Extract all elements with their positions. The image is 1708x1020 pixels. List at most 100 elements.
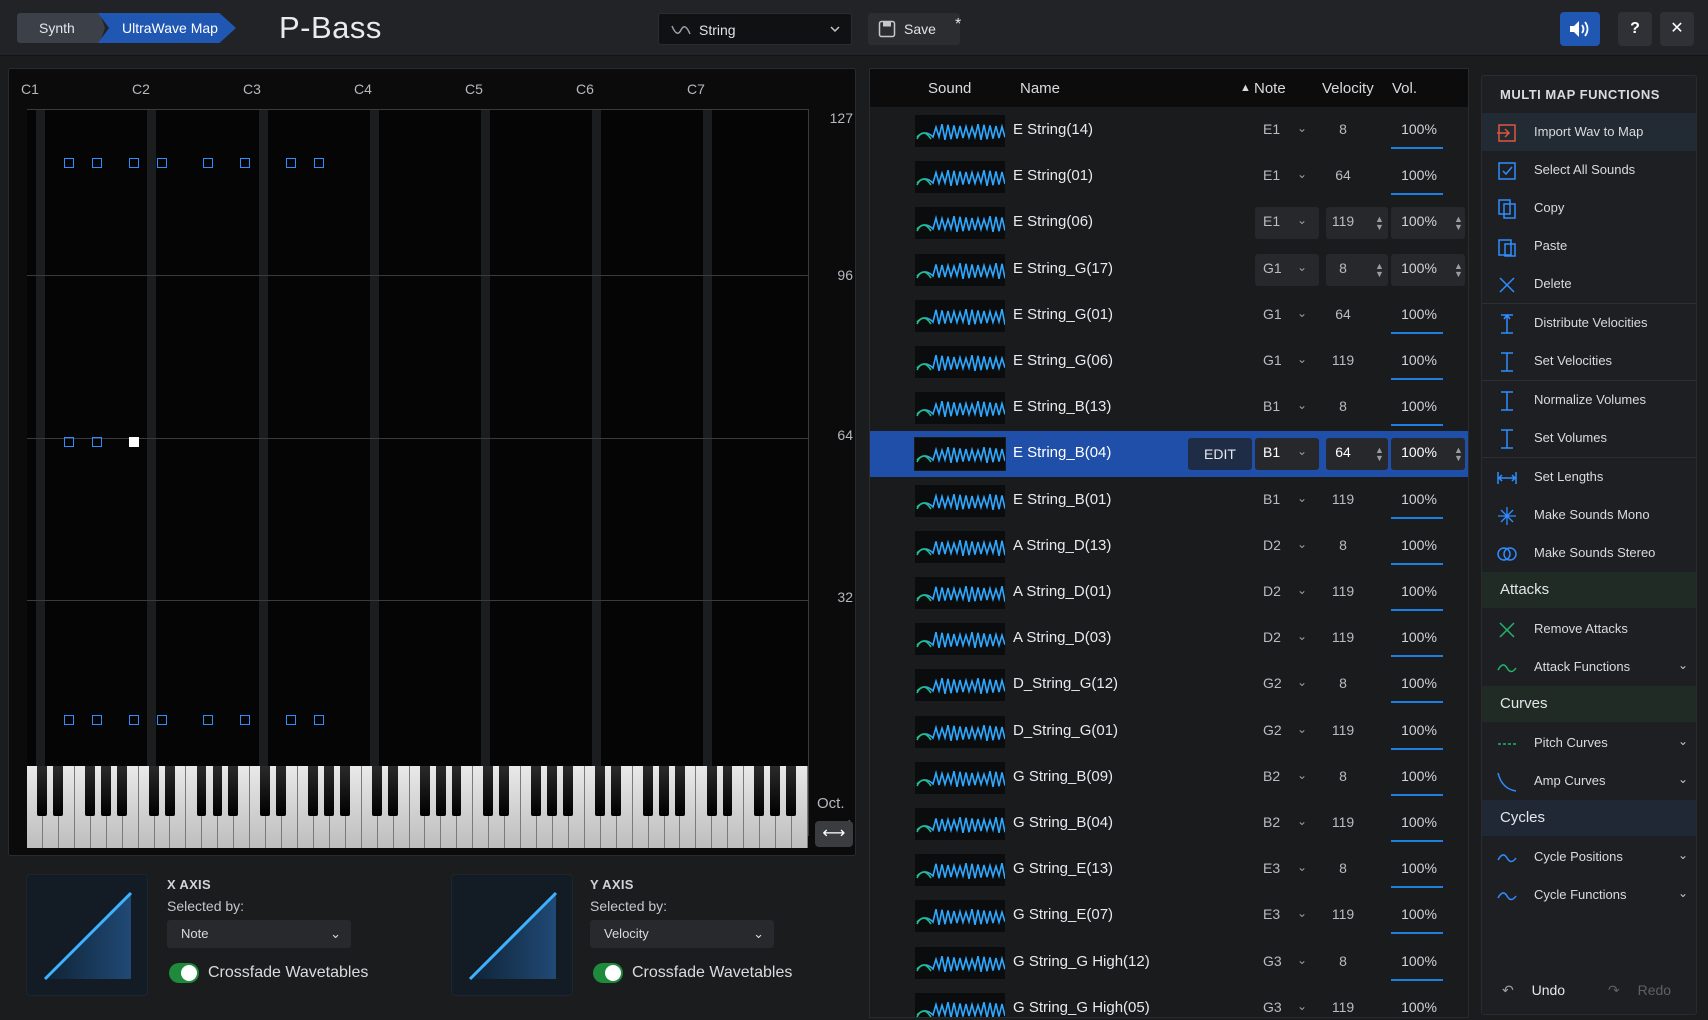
velocity-stepper-icon[interactable]: ▲ ▼: [1375, 446, 1384, 463]
column-name[interactable]: Name: [1020, 80, 1060, 97]
sound-thumbnail[interactable]: [914, 853, 1006, 888]
sound-zone[interactable]: [240, 158, 250, 168]
sound-row[interactable]: A String_D(13) D2 ⌄ 8 100%: [870, 524, 1468, 570]
velocity-value[interactable]: 119: [1322, 906, 1364, 922]
volume-value[interactable]: 100%: [1393, 444, 1445, 460]
note-select[interactable]: E3: [1263, 860, 1289, 876]
volume-stepper-icon[interactable]: ▲ ▼: [1454, 261, 1463, 278]
volume-value[interactable]: 100%: [1393, 675, 1445, 691]
sound-zone[interactable]: [286, 715, 296, 725]
note-select[interactable]: D2: [1263, 537, 1289, 553]
volume-value[interactable]: 100%: [1393, 906, 1445, 922]
amp-curves-button[interactable]: Amp Curves ⌄: [1482, 762, 1696, 800]
velocity-value[interactable]: 8: [1322, 537, 1364, 553]
sound-zone[interactable]: [64, 158, 74, 168]
velocity-value[interactable]: 119: [1322, 583, 1364, 599]
black-key[interactable]: [276, 766, 287, 816]
sound-row[interactable]: G String_E(13) E3 ⌄ 8 100%: [870, 847, 1468, 893]
note-select[interactable]: G3: [1263, 953, 1289, 969]
note-select[interactable]: E3: [1263, 906, 1289, 922]
sound-row[interactable]: D_String_G(01) G2 ⌄ 119 100%: [870, 709, 1468, 755]
sound-thumbnail[interactable]: [914, 483, 1006, 518]
velocity-value[interactable]: 119: [1322, 999, 1364, 1015]
sound-row[interactable]: E String_G(06) G1 ⌄ 119 100%: [870, 339, 1468, 385]
normalize-volumes-button[interactable]: Normalize Volumes: [1482, 381, 1696, 419]
velocity-value[interactable]: 8: [1322, 953, 1364, 969]
save-button[interactable]: Save: [868, 13, 960, 45]
volume-value[interactable]: 100%: [1393, 768, 1445, 784]
note-select[interactable]: G1: [1263, 260, 1289, 276]
note-select[interactable]: B1: [1263, 398, 1289, 414]
velocity-value[interactable]: 8: [1322, 398, 1364, 414]
column-velocity[interactable]: Velocity: [1322, 80, 1374, 97]
sound-zone[interactable]: [240, 715, 250, 725]
sound-row[interactable]: G String_E(07) E3 ⌄ 119 100%: [870, 893, 1468, 939]
sound-thumbnail[interactable]: [914, 391, 1006, 426]
volume-stepper-icon[interactable]: ▲ ▼: [1454, 215, 1463, 232]
velocity-value[interactable]: 119: [1322, 352, 1364, 368]
sound-thumbnail[interactable]: [914, 114, 1006, 148]
sound-zone[interactable]: [203, 158, 213, 168]
velocity-value[interactable]: 119: [1322, 722, 1364, 738]
sound-map-grid[interactable]: [27, 109, 809, 836]
sound-row[interactable]: ▲ ▼ ▲ ▼ EDIT E String_B(04) B1 ⌄ 64 100%: [870, 431, 1468, 478]
sound-thumbnail[interactable]: [914, 529, 1006, 564]
close-button[interactable]: ✕: [1660, 12, 1694, 46]
note-select[interactable]: B1: [1263, 491, 1289, 507]
note-select[interactable]: D2: [1263, 583, 1289, 599]
set-velocities-button[interactable]: Set Velocities: [1482, 342, 1696, 380]
import-wav-button[interactable]: Import Wav to Map: [1482, 113, 1696, 151]
volume-value[interactable]: 100%: [1393, 260, 1445, 276]
attack-functions-button[interactable]: Attack Functions ⌄: [1482, 648, 1696, 686]
black-key[interactable]: [499, 766, 510, 816]
distribute-velocities-button[interactable]: Distribute Velocities: [1482, 304, 1696, 342]
black-key[interactable]: [212, 766, 223, 816]
black-key[interactable]: [196, 766, 207, 816]
sound-thumbnail[interactable]: [914, 945, 1006, 980]
cycle-functions-button[interactable]: Cycle Functions ⌄: [1482, 876, 1696, 914]
volume-value[interactable]: 100%: [1393, 398, 1445, 414]
breadcrumb-synth[interactable]: Synth: [17, 13, 105, 43]
volume-value[interactable]: 100%: [1393, 352, 1445, 368]
black-key[interactable]: [770, 766, 781, 816]
sound-thumbnail[interactable]: [914, 622, 1006, 657]
volume-value[interactable]: 100%: [1393, 629, 1445, 645]
black-key[interactable]: [340, 766, 350, 816]
sound-zone[interactable]: [129, 158, 139, 168]
sound-row[interactable]: ▲ ▼ ▲ ▼ E String_G(17) G1 ⌄ 8 100%: [870, 247, 1468, 293]
black-key[interactable]: [435, 766, 446, 816]
black-key[interactable]: [164, 766, 175, 816]
x-axis-select[interactable]: Note ⌄: [167, 920, 351, 948]
black-key[interactable]: [595, 766, 605, 816]
sound-zone[interactable]: [64, 715, 74, 725]
volume-value[interactable]: 100%: [1393, 860, 1445, 876]
paste-button[interactable]: Paste: [1482, 227, 1696, 265]
sound-row[interactable]: G String_G High(05) G3 ⌄ 119 100%: [870, 986, 1468, 1017]
black-key[interactable]: [722, 766, 733, 816]
make-sounds-mono-button[interactable]: Make Sounds Mono: [1482, 496, 1696, 534]
y-axis-crossfade-toggle[interactable]: [593, 963, 623, 983]
black-key[interactable]: [116, 766, 127, 816]
note-select[interactable]: G2: [1263, 722, 1289, 738]
note-select[interactable]: E1: [1263, 121, 1289, 137]
delete-button[interactable]: Delete: [1482, 265, 1696, 303]
velocity-value[interactable]: 119: [1322, 213, 1364, 229]
volume-value[interactable]: 100%: [1393, 306, 1445, 322]
sound-thumbnail[interactable]: [914, 206, 1006, 241]
note-select[interactable]: G3: [1263, 999, 1289, 1015]
sound-thumbnail[interactable]: [914, 576, 1006, 610]
black-key[interactable]: [706, 766, 717, 816]
sound-row[interactable]: G String_B(04) B2 ⌄ 119 100%: [870, 801, 1468, 847]
sound-thumbnail[interactable]: [914, 298, 1006, 333]
x-axis-crossfade-toggle[interactable]: [169, 963, 199, 983]
black-key[interactable]: [148, 766, 159, 816]
set-lengths-button[interactable]: Set Lengths: [1482, 458, 1696, 496]
black-key[interactable]: [371, 766, 382, 816]
volume-value[interactable]: 100%: [1393, 167, 1445, 183]
edit-sound-button[interactable]: EDIT: [1188, 438, 1252, 471]
velocity-value[interactable]: 8: [1322, 675, 1364, 691]
velocity-value[interactable]: 8: [1322, 768, 1364, 784]
velocity-value[interactable]: 119: [1322, 814, 1364, 830]
black-key[interactable]: [451, 766, 462, 816]
velocity-value[interactable]: 119: [1322, 491, 1364, 507]
